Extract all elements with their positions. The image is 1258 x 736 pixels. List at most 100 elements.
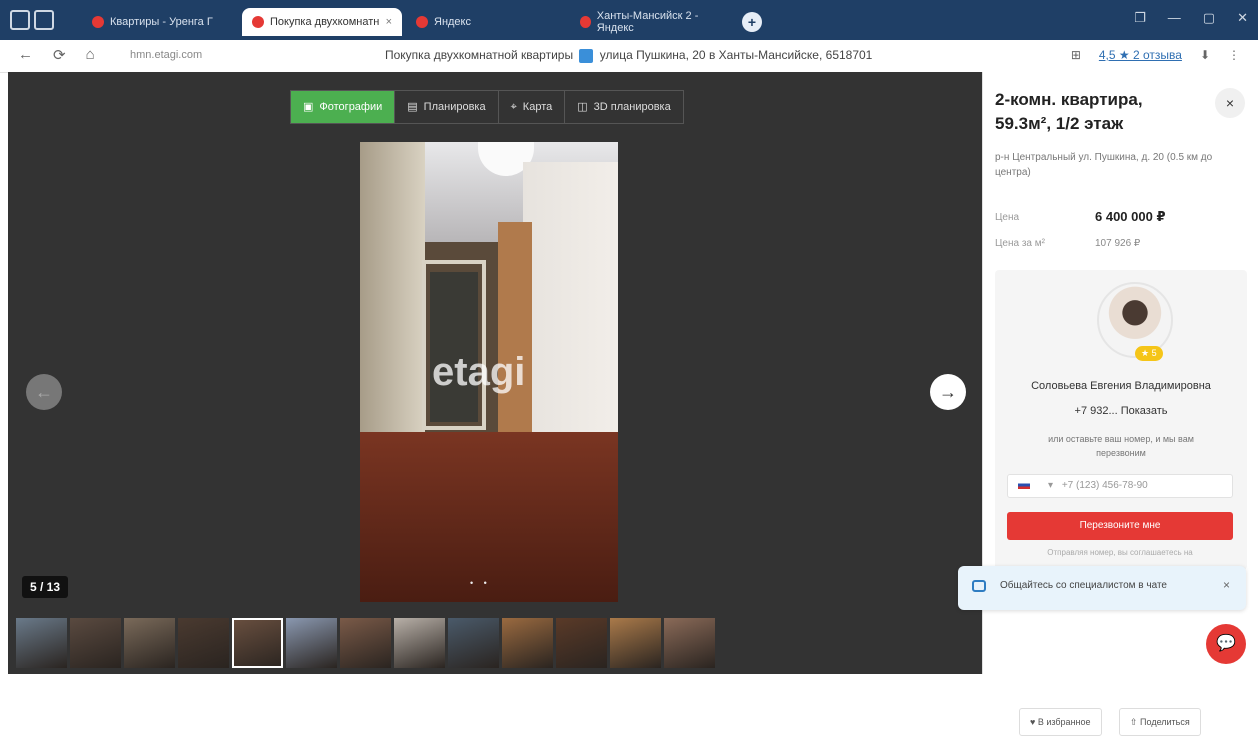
site-icon [579, 48, 594, 63]
address-bar: ← ⟳ ⌂ hmn.etagi.com Покупка двухкомнатно… [0, 40, 1258, 73]
thumbnail[interactable] [448, 618, 499, 668]
close-button[interactable]: × [1215, 88, 1245, 118]
workspaces-icon[interactable] [10, 10, 30, 30]
favicon-icon [252, 16, 264, 28]
thumbnail[interactable] [178, 618, 229, 668]
home-icon[interactable]: ⌂ [86, 46, 95, 64]
back-icon[interactable]: ← [18, 46, 33, 64]
tab-3[interactable]: Яндекс [406, 8, 566, 36]
thumbnail[interactable] [502, 618, 553, 668]
phone-placeholder: +7 (123) 456-78-90 [1061, 480, 1148, 491]
next-photo-button[interactable]: → [930, 374, 966, 410]
chat-popup[interactable]: Общайтесь со специалистом в чате × [958, 566, 1246, 610]
thumbnail[interactable] [286, 618, 337, 668]
agent-rating-badge: ★ 5 [1135, 346, 1163, 361]
favicon-icon [416, 16, 428, 28]
tab-photos[interactable]: ▣ Фотографии [291, 91, 396, 123]
thumbnail[interactable] [664, 618, 715, 668]
watermark: etagi [432, 350, 526, 394]
chat-icon [972, 580, 986, 592]
window-controls: ❐ — ▢ ✕ [1134, 10, 1248, 26]
url-host[interactable]: hmn.etagi.com [130, 49, 202, 61]
price-per-m-label: Цена за м² [995, 238, 1045, 249]
photo-gallery: ▣ Фотографии ▤ Планировка ⌖ Карта ◫ 3D п… [8, 72, 982, 674]
callback-button[interactable]: Перезвоните мне [1007, 512, 1233, 540]
favicon-icon [92, 16, 104, 28]
tab-4[interactable]: Ханты-Мансийск 2 - Яндекс [570, 8, 734, 36]
chat-fab-button[interactable]: 💬 [1206, 624, 1246, 664]
new-tab-button[interactable]: + [742, 12, 762, 32]
address-bar-actions: ⊞ 4,5 ★ 2 отзыва ⬇ ⋮ [1071, 48, 1240, 62]
floorplan-icon: ▤ [407, 101, 418, 113]
photo-nav-dots[interactable]: • • [470, 578, 491, 588]
chat-popup-text: Общайтесь со специалистом в чате [1000, 580, 1167, 591]
phone-field[interactable]: ▾ +7 (123) 456-78-90 [1007, 474, 1233, 498]
tab-label: Карта [522, 101, 553, 113]
minimize-icon[interactable]: — [1168, 10, 1181, 26]
thumbnail[interactable] [124, 618, 175, 668]
main-photo[interactable]: etagi • • [360, 142, 618, 602]
tab-1[interactable]: Квартиры - Уренга Г [82, 8, 240, 36]
tab-floorplan[interactable]: ▤ Планировка [395, 91, 499, 123]
site-rating-link[interactable]: 4,5 ★ 2 отзыва [1099, 48, 1182, 62]
chat-popup-close-icon[interactable]: × [1223, 578, 1230, 592]
tab-map[interactable]: ⌖ Карта [499, 91, 566, 123]
tab-label: Фотографии [319, 101, 383, 113]
callback-hint: или оставьте ваш номер, и мы вам перезво… [1048, 434, 1194, 458]
page-title: Покупка двухкомнатной квартиры улица Пуш… [385, 48, 872, 63]
tab-3d-plan[interactable]: ◫ 3D планировка [565, 91, 683, 123]
restore-icon[interactable]: ❐ [1134, 10, 1146, 26]
listing-address: р-н Центральный ул. Пушкина, д. 20 (0.5 … [995, 152, 1213, 178]
page-title-prefix: Покупка двухкомнатной квартиры [385, 48, 574, 62]
reload-icon[interactable]: ⟳ [53, 46, 66, 64]
listing-title: 2-комн. квартира, 59.3м², 1/2 этаж [995, 90, 1143, 133]
thumbnail[interactable] [394, 618, 445, 668]
maximize-icon[interactable]: ▢ [1203, 10, 1215, 26]
russia-flag-icon[interactable] [1018, 481, 1030, 490]
photo-floor [360, 432, 618, 602]
tab-close-icon[interactable]: × [386, 16, 392, 28]
tab-strip-controls [10, 10, 54, 30]
map-pin-icon: ⌖ [510, 101, 517, 113]
3d-plan-icon: ◫ [577, 101, 588, 113]
show-phone-link[interactable]: +7 932... Показать [995, 405, 1247, 417]
favicon-icon [580, 16, 591, 28]
download-icon[interactable]: ⬇ [1200, 48, 1210, 62]
thumbnail[interactable] [70, 618, 121, 668]
consent-note: Отправляя номер, вы соглашаетесь на [1047, 548, 1193, 557]
extensions-icon[interactable]: ⊞ [1071, 48, 1081, 62]
prev-photo-button[interactable]: ← [26, 374, 62, 410]
photo-door [430, 272, 478, 422]
thumbnail[interactable] [16, 618, 67, 668]
thumbnail[interactable] [556, 618, 607, 668]
price-label: Цена [995, 212, 1020, 223]
browser-tab-bar: Квартиры - Уренга Г Покупка двухкомнатн … [0, 0, 1258, 40]
menu-icon[interactable]: ⋮ [1228, 48, 1240, 62]
tab-label: Яндекс [434, 16, 471, 28]
price-value: 6 400 000 ₽ [1095, 209, 1166, 224]
agent-card: ★ 5 Соловьева Евгения Владимировна +7 93… [995, 270, 1247, 570]
nav-controls: ← ⟳ ⌂ [18, 46, 95, 64]
agent-name[interactable]: Соловьева Евгения Владимировна [995, 380, 1247, 392]
tab-label: Покупка двухкомнатн [270, 16, 380, 28]
thumbnail-strip [16, 618, 715, 668]
country-dropdown-icon[interactable]: ▾ [1048, 480, 1053, 491]
tab-actions-icon[interactable] [34, 10, 54, 30]
thumbnail[interactable] [610, 618, 661, 668]
price-row: Цена 6 400 000 ₽ [995, 209, 1245, 224]
tab-2-active[interactable]: Покупка двухкомнатн × [242, 8, 402, 36]
photo-icon: ▣ [303, 101, 314, 113]
share-button[interactable]: ⇧ Поделиться [1119, 708, 1201, 736]
avatar[interactable] [1097, 282, 1173, 358]
price-per-m-row: Цена за м² 107 926 ₽ [995, 238, 1245, 249]
photo-counter: 5 / 13 [22, 576, 69, 598]
close-window-icon[interactable]: ✕ [1237, 10, 1248, 26]
thumbnail[interactable] [340, 618, 391, 668]
price-per-m-value: 107 926 ₽ [1095, 238, 1141, 249]
page-title-suffix: улица Пушкина, 20 в Ханты-Мансийске, 651… [599, 48, 873, 62]
tab-label: Квартиры - Уренга Г [110, 16, 213, 28]
gallery-tabs: ▣ Фотографии ▤ Планировка ⌖ Карта ◫ 3D п… [290, 90, 684, 124]
tab-label: Ханты-Мансийск 2 - Яндекс [596, 10, 699, 34]
thumbnail[interactable] [232, 618, 283, 668]
favorite-button[interactable]: ♥ В избранное [1019, 708, 1102, 736]
